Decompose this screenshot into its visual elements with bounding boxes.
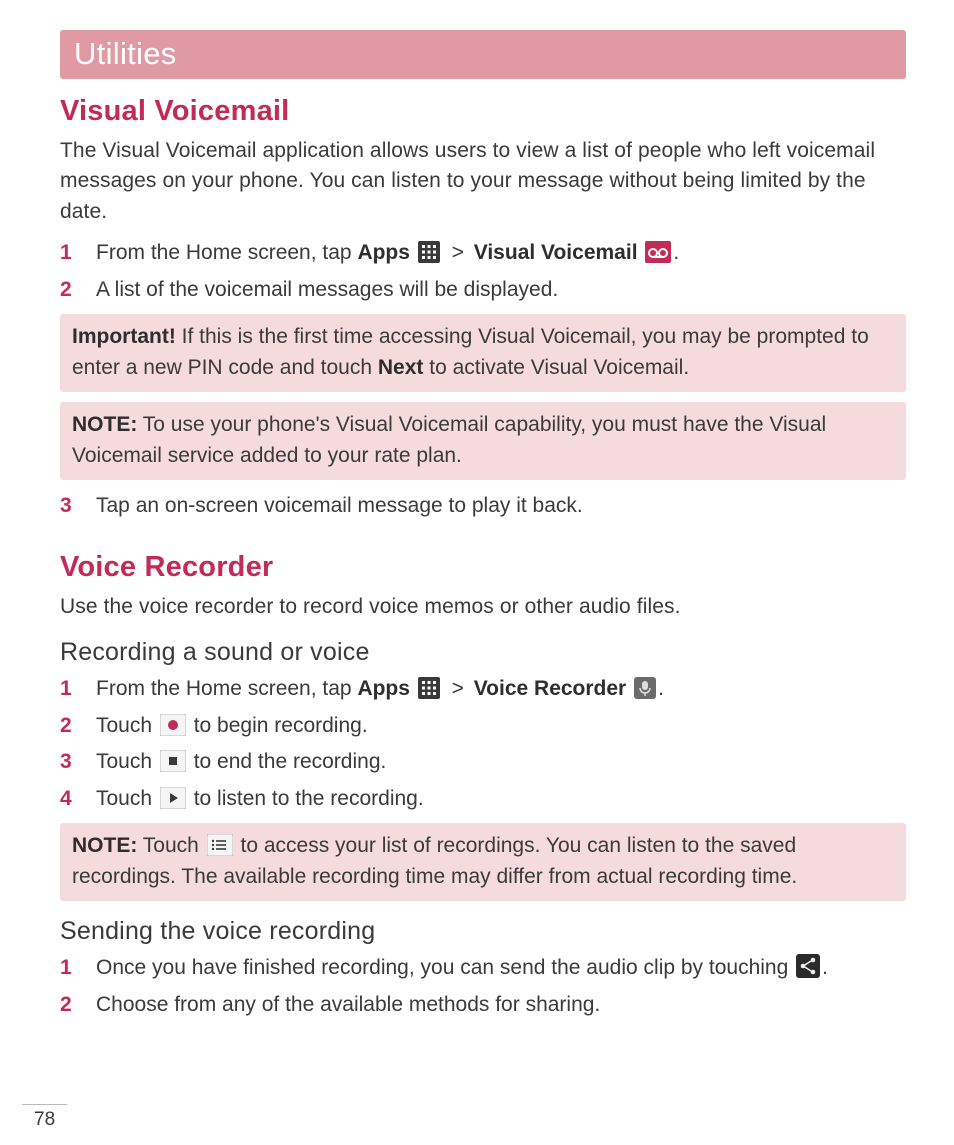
step-number: 2 bbox=[60, 989, 96, 1022]
apps-grid-icon bbox=[418, 241, 440, 263]
step-item: 2 Choose from any of the available metho… bbox=[60, 989, 906, 1022]
step-text: Touch to listen to the recording. bbox=[96, 783, 906, 816]
step-number: 1 bbox=[60, 673, 96, 706]
chapter-header: Utilities bbox=[60, 30, 906, 79]
page-number: 78 bbox=[22, 1104, 67, 1131]
subsection-sending: Sending the voice recording bbox=[60, 917, 906, 946]
step-item: 2 A list of the voicemail messages will … bbox=[60, 274, 906, 307]
step-item: 1 Once you have finished recording, you … bbox=[60, 952, 906, 985]
step-text: Touch to end the recording. bbox=[96, 746, 906, 779]
label-next: Next bbox=[378, 356, 424, 379]
step-text: From the Home screen, tap Apps > Visual … bbox=[96, 237, 906, 270]
step-item: 1 From the Home screen, tap Apps > Visua… bbox=[60, 237, 906, 270]
step-text: Tap an on-screen voicemail message to pl… bbox=[96, 490, 906, 523]
record-button-icon bbox=[160, 714, 186, 736]
step-number: 3 bbox=[60, 490, 96, 523]
step-number: 2 bbox=[60, 710, 96, 743]
voicemail-icon bbox=[645, 241, 671, 263]
vr-steps: 1 From the Home screen, tap Apps > Voice… bbox=[60, 673, 906, 815]
step-number: 1 bbox=[60, 237, 96, 270]
important-box: Important! If this is the first time acc… bbox=[60, 314, 906, 392]
vv-steps: 1 From the Home screen, tap Apps > Visua… bbox=[60, 237, 906, 306]
apps-grid-icon bbox=[418, 677, 440, 699]
step-item: 1 From the Home screen, tap Apps > Voice… bbox=[60, 673, 906, 706]
step-number: 1 bbox=[60, 952, 96, 985]
note-box: NOTE: To use your phone's Visual Voicema… bbox=[60, 402, 906, 480]
vr-intro: Use the voice recorder to record voice m… bbox=[60, 592, 906, 622]
step-item: 3 Touch to end the recording. bbox=[60, 746, 906, 779]
important-label: Important! bbox=[72, 325, 176, 348]
stop-button-icon bbox=[160, 750, 186, 772]
vv-intro: The Visual Voicemail application allows … bbox=[60, 136, 906, 227]
note-box: NOTE: Touch to access your list of recor… bbox=[60, 823, 906, 901]
label-apps: Apps bbox=[357, 677, 410, 700]
note-label: NOTE: bbox=[72, 413, 137, 436]
step-item: 4 Touch to listen to the recording. bbox=[60, 783, 906, 816]
step-text: Choose from any of the available methods… bbox=[96, 989, 906, 1022]
vv-steps-cont: 3 Tap an on-screen voicemail message to … bbox=[60, 490, 906, 523]
step-text: A list of the voicemail messages will be… bbox=[96, 274, 906, 307]
manual-page: Utilities Visual Voicemail The Visual Vo… bbox=[0, 0, 954, 1145]
step-number: 2 bbox=[60, 274, 96, 307]
vr-send-steps: 1 Once you have finished recording, you … bbox=[60, 952, 906, 1021]
step-number: 3 bbox=[60, 746, 96, 779]
label-visual-voicemail: Visual Voicemail bbox=[474, 241, 638, 264]
chapter-title: Utilities bbox=[74, 36, 177, 71]
label-apps: Apps bbox=[357, 241, 410, 264]
section-heading-visual-voicemail: Visual Voicemail bbox=[60, 95, 906, 128]
step-text: Touch to begin recording. bbox=[96, 710, 906, 743]
list-button-icon bbox=[207, 834, 233, 856]
play-button-icon bbox=[160, 787, 186, 809]
voice-recorder-app-icon bbox=[634, 677, 656, 699]
share-icon bbox=[796, 954, 820, 978]
label-voice-recorder: Voice Recorder bbox=[474, 677, 627, 700]
step-item: 2 Touch to begin recording. bbox=[60, 710, 906, 743]
subsection-recording: Recording a sound or voice bbox=[60, 638, 906, 667]
note-label: NOTE: bbox=[72, 834, 137, 857]
step-item: 3 Tap an on-screen voicemail message to … bbox=[60, 490, 906, 523]
section-heading-voice-recorder: Voice Recorder bbox=[60, 551, 906, 584]
step-text: Once you have finished recording, you ca… bbox=[96, 952, 906, 985]
step-text: From the Home screen, tap Apps > Voice R… bbox=[96, 673, 906, 706]
step-number: 4 bbox=[60, 783, 96, 816]
